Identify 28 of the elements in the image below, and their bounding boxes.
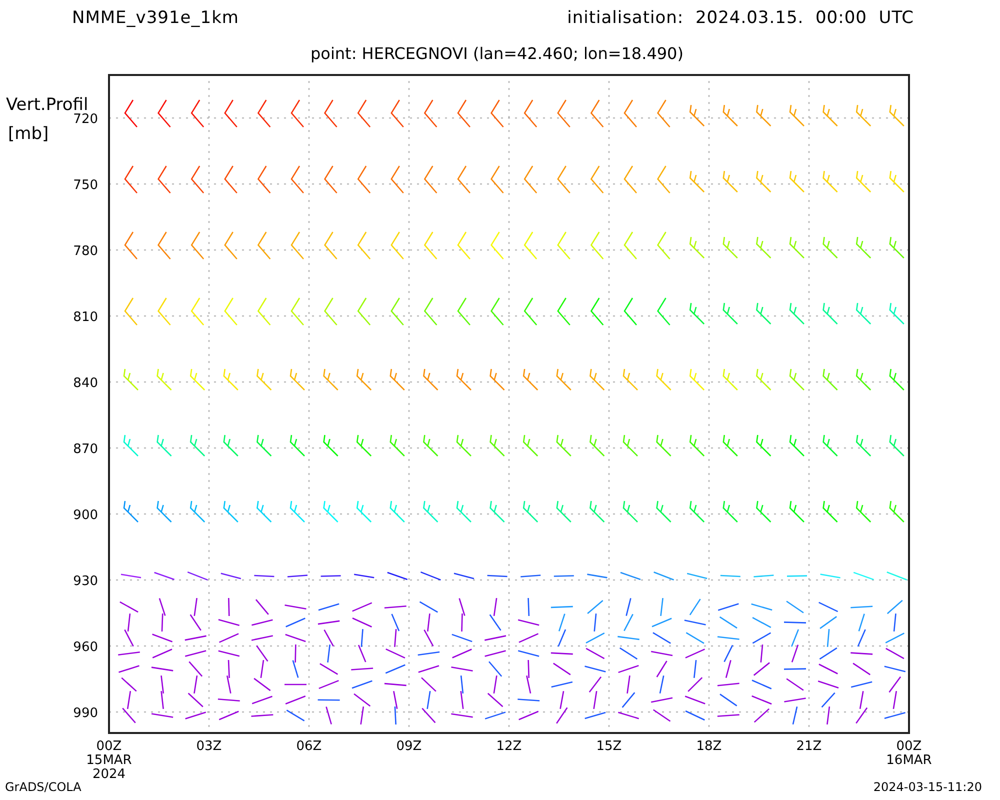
x-tick-label: 16MAR: [886, 753, 932, 768]
x-tick-label: 06Z: [296, 739, 322, 754]
y-tick-label: 750: [73, 178, 98, 193]
y-tick-label: 930: [73, 574, 98, 589]
software-credit: GrADS/COLA: [5, 780, 82, 794]
y-tick-label: 900: [73, 508, 98, 523]
y-tick-label: 720: [73, 112, 98, 127]
y-tick-label: 960: [73, 640, 98, 655]
x-tick-label: 21Z: [796, 739, 822, 754]
initialisation-time: initialisation: 2024.03.15. 00:00 UTC: [567, 8, 914, 28]
x-tick-label: 12Z: [496, 739, 522, 754]
x-tick-label: 15Z: [596, 739, 622, 754]
x-tick-label: 00Z: [96, 739, 122, 754]
x-tick-label: 09Z: [396, 739, 422, 754]
x-tick-label: 00Z: [896, 739, 922, 754]
x-tick-label: 18Z: [696, 739, 722, 754]
generation-time: 2024-03-15-11:20: [873, 780, 982, 794]
y-tick-label: 780: [73, 244, 98, 259]
y-axis-unit: [mb]: [8, 124, 49, 144]
x-tick-label: 03Z: [196, 739, 222, 754]
y-tick-label: 810: [73, 310, 98, 325]
point-title: point: HERCEGNOVI (lan=42.460; lon=18.490): [310, 44, 684, 63]
y-tick-label: 990: [73, 706, 98, 721]
y-tick-label: 840: [73, 376, 98, 391]
y-tick-label: 870: [73, 442, 98, 457]
model-title: NMME_v391e_1km: [72, 8, 239, 28]
x-tick-label: 2024: [92, 767, 126, 780]
x-tick-label: 15MAR: [86, 753, 132, 768]
